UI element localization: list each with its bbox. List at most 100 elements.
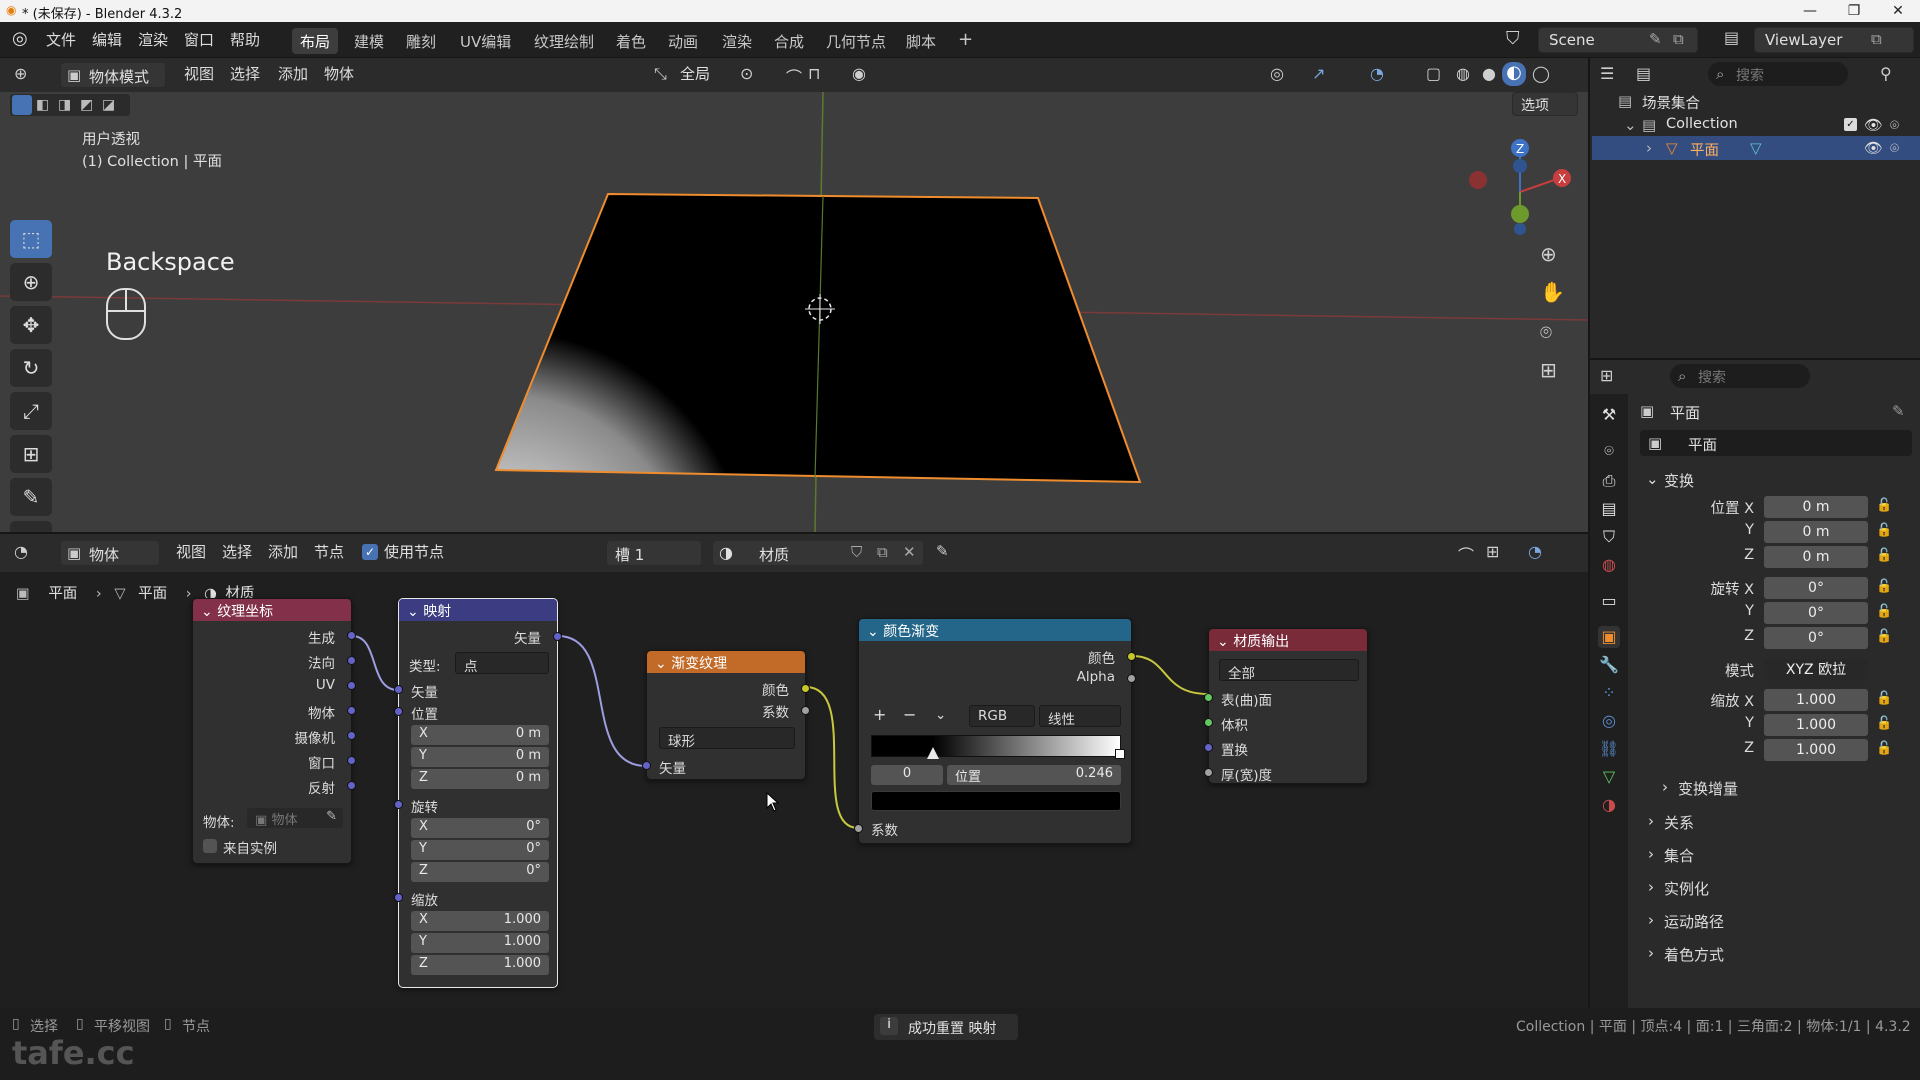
navigation-gizmo[interactable]: Z X [1466,136,1576,236]
camera-view-icon[interactable]: ⌾ [1540,320,1552,344]
filter-icon[interactable]: ⚲ [1880,64,1892,83]
use-nodes-checkbox[interactable]: ✓ [362,544,378,560]
scale-x-field[interactable]: X 1.000 [411,911,549,931]
collapse-chevron-icon[interactable]: ⌄ [655,656,667,672]
gizmo-icon[interactable]: ↗ [1312,64,1325,83]
minimize-button[interactable]: — [1788,0,1832,22]
node-menu-select[interactable]: 选择 [222,541,252,562]
viewlayer-icon[interactable]: ▤ [1724,28,1739,47]
node-menu-add[interactable]: 添加 [268,541,298,562]
collapse-chevron-icon[interactable]: ⌄ [201,604,213,620]
properties-editor-icon[interactable]: ⊞ [1600,366,1613,385]
transform-orientation-icon[interactable]: ⤡ [654,64,667,84]
socket-ramp-fac[interactable] [854,824,863,833]
vp-menu-add[interactable]: 添加 [278,63,308,84]
output-target-dropdown[interactable]: 全部 [1219,659,1359,682]
tab-uv-editing[interactable]: UV编辑 [452,28,519,54]
fake-user-icon[interactable]: ⛉ [851,543,862,561]
socket-displacement[interactable] [1204,743,1213,752]
tab-compositing[interactable]: 合成 [766,28,812,54]
visibility-icon[interactable]: ◎ [1270,64,1284,83]
material-shading-icon[interactable]: ◐ [1502,62,1526,86]
proportional-edit-icon[interactable]: ◉ [852,64,866,83]
vp-menu-select[interactable]: 选择 [230,63,260,84]
move-tool-icon[interactable]: ✥ [10,306,52,344]
mapping-type-dropdown[interactable]: 点 [455,652,549,675]
add-workspace-button[interactable]: + [950,26,981,52]
socket-window[interactable] [347,756,356,765]
rot-y-field[interactable]: Y 0° [411,840,549,860]
physics-tab-icon[interactable]: ◎ [1598,710,1620,732]
motion-paths-section[interactable]: 运动路径 [1664,911,1724,932]
gradient-header[interactable]: ⌄ 渐变纹理 [647,651,805,673]
tab-animation[interactable]: 动画 [660,28,706,54]
ramp-interpolation-dropdown[interactable]: 线性 [1039,705,1121,728]
viewlayer-selector[interactable]: ViewLayer ⧉ [1754,27,1914,53]
pin-node-tree-icon[interactable]: ✎ [936,542,949,560]
shader-type-selector[interactable]: ▣ 物体 [60,540,160,566]
socket-normal[interactable] [347,656,356,665]
node-menu-node[interactable]: 节点 [314,541,344,562]
node-editor[interactable]: ▣ 平面 › ▽ 平面 › ◑ 材质 ⌄ 纹理坐标 生成 法向 UV 物体 摄像… [0,572,1588,1008]
tab-layout[interactable]: 布局 [292,28,339,54]
node-menu-view[interactable]: 视图 [176,541,206,562]
menu-window[interactable]: 窗口 [184,29,214,50]
ortho-grid-icon[interactable]: ⊞ [1540,358,1557,382]
tool-tab-icon[interactable]: ⚒ [1598,404,1620,426]
3d-viewport[interactable]: ◧ ◨ ◩ ◪ 用户透视 (1) Collection | 平面 Backspa… [0,92,1588,532]
scale-y-field[interactable]: 1.000 [1764,714,1868,736]
display-mode-icon[interactable]: ▤ [1636,64,1651,83]
transform-chevron-icon[interactable]: ⌄ [1646,470,1659,488]
socket-volume[interactable] [1204,718,1213,727]
rotation-x-field[interactable]: 0° [1764,577,1868,599]
menu-file[interactable]: 文件 [46,29,76,50]
collection-exclude-checkbox[interactable]: ✓ [1844,118,1857,131]
menu-help[interactable]: 帮助 [230,29,260,50]
location-z-field[interactable]: 0 m [1764,546,1868,568]
loc-y-field[interactable]: Y0 m [411,747,549,767]
eyedropper-icon[interactable]: ✎ [326,809,337,824]
lock-scale-z-icon[interactable]: 🔓 [1876,741,1892,756]
transform-section[interactable]: 变换 [1664,470,1694,491]
scale-x-field[interactable]: 1.000 [1764,689,1868,711]
object-visibility-icon[interactable]: 👁 [1864,139,1883,157]
socket-ramp-color[interactable] [1127,652,1136,661]
relations-section[interactable]: 关系 [1664,812,1694,833]
color-ramp-node[interactable]: ⌄ 颜色渐变 颜色 Alpha + − ⌄ RGB 线性 0 位置 0.246 … [854,618,1136,844]
socket-rotation[interactable] [394,800,403,809]
material-selector[interactable]: ◑ 材质 ⛉ ⧉ ✕ [712,540,924,566]
measure-tool-icon[interactable]: ◺ [10,521,52,532]
delta-transform-section[interactable]: 变换增量 [1678,778,1738,799]
node-overlay-icon[interactable]: ◔ [1528,542,1542,561]
socket-camera[interactable] [347,731,356,740]
view-layer-tab-icon[interactable]: ▤ [1598,498,1620,520]
duplicate-material-icon[interactable]: ⧉ [877,543,888,561]
ramp-stop-1-handle[interactable] [1115,749,1125,759]
maximize-button[interactable]: ❐ [1832,0,1876,22]
outliner-editor-icon[interactable]: ☰ [1600,64,1614,83]
output-tab-icon[interactable]: ⎙ [1598,470,1620,492]
ramp-stop-color-swatch[interactable] [871,791,1121,811]
ramp-color-mode-dropdown[interactable]: RGB [969,705,1035,727]
lock-location-y-icon[interactable]: 🔓 [1876,523,1892,538]
object-field[interactable]: ▣ 物体 ✎ [247,808,343,828]
constraints-tab-icon[interactable]: ⛓ [1598,738,1620,760]
tab-modeling[interactable]: 建模 [346,28,392,54]
node-snap-target-icon[interactable]: ⊞ [1486,542,1499,561]
pan-hand-icon[interactable]: ✋ [1540,280,1565,304]
report-banner[interactable]: i 成功重置 映射 [874,1014,1018,1040]
outliner-row-plane[interactable]: › ▽ 平面 ▽ 👁 ⌾ [1592,136,1920,160]
texture-coordinate-node[interactable]: ⌄ 纹理坐标 生成 法向 UV 物体 摄像机 窗口 反射 物体: ▣ 物体 ✎ … [192,598,356,864]
lock-rotation-y-icon[interactable]: 🔓 [1876,604,1892,619]
rot-z-field[interactable]: Z 0° [411,862,549,882]
relations-chevron-icon[interactable]: › [1648,812,1654,830]
add-stop-button[interactable]: + [873,705,886,724]
overlays-icon[interactable]: ◔ [1370,64,1384,83]
collection-label[interactable]: Collection [1666,116,1738,132]
rendered-shading-icon[interactable]: ◯ [1532,64,1550,83]
orientation-dropdown[interactable]: 全局 [680,63,710,84]
outliner-search[interactable]: ⌕ 搜索 [1708,62,1848,86]
rotate-tool-icon[interactable]: ↻ [10,349,52,387]
lock-rotation-x-icon[interactable]: 🔓 [1876,579,1892,594]
collections-chevron-icon[interactable]: › [1648,845,1654,863]
